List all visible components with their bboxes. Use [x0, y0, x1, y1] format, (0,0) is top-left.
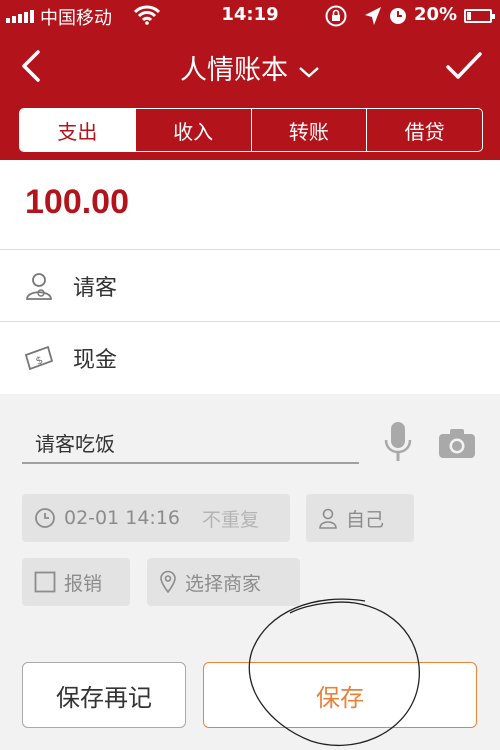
save-and-new-button[interactable]: 保存再记: [22, 662, 186, 728]
tab-loan[interactable]: 借贷: [366, 109, 482, 151]
reimburse-chip[interactable]: 报销: [22, 558, 130, 606]
category-row[interactable]: 请客: [0, 250, 500, 322]
checkbox-icon[interactable]: [34, 571, 56, 593]
alarm-icon: [390, 8, 406, 24]
tab-expense[interactable]: 支出: [20, 109, 135, 151]
book-selector[interactable]: 人情账本: [0, 48, 500, 87]
svg-text:$: $: [34, 353, 45, 368]
amount-field[interactable]: 100.00: [25, 183, 129, 222]
location-pin-icon: [160, 570, 176, 594]
category-label: 请客: [73, 276, 118, 301]
datetime-value: 02-01 14:16: [64, 507, 181, 529]
type-tabs-bar: 支出 收入 转账 借贷: [0, 100, 500, 160]
microphone-icon[interactable]: [383, 420, 413, 464]
chevron-down-icon: [299, 66, 319, 78]
reimburse-label: 报销: [64, 572, 103, 595]
rotation-lock-icon: [325, 5, 347, 27]
clock-icon: [35, 508, 55, 528]
save-button[interactable]: 保存: [203, 662, 477, 728]
member-value: 自己: [346, 508, 385, 531]
person-icon: [319, 508, 337, 529]
account-label: 现金: [73, 348, 118, 373]
checkmark-icon[interactable]: [444, 48, 484, 84]
tab-income[interactable]: 收入: [134, 109, 251, 151]
account-row[interactable]: $ 现金: [0, 322, 500, 394]
page-title: 人情账本: [180, 55, 288, 86]
battery-percentage: 20%: [414, 4, 458, 25]
merchant-chip[interactable]: 选择商家: [147, 558, 300, 606]
location-arrow-icon: [365, 7, 381, 25]
tab-transfer[interactable]: 转账: [250, 109, 367, 151]
person-icon: [26, 273, 52, 300]
type-tabs: 支出 收入 转账 借贷: [19, 108, 483, 152]
note-input[interactable]: 请客吃饭: [22, 420, 359, 464]
merchant-label: 选择商家: [185, 572, 262, 595]
battery-icon: [464, 9, 495, 23]
cash-icon: $: [24, 345, 54, 371]
repeat-value: 不重复: [202, 508, 260, 531]
nav-bar: 人情账本: [0, 32, 500, 100]
camera-icon[interactable]: [437, 426, 477, 460]
member-chip[interactable]: 自己: [306, 494, 414, 542]
status-bar: 中国移动 14:19 20%: [0, 0, 500, 32]
datetime-chip[interactable]: 02-01 14:16 不重复: [22, 494, 290, 542]
